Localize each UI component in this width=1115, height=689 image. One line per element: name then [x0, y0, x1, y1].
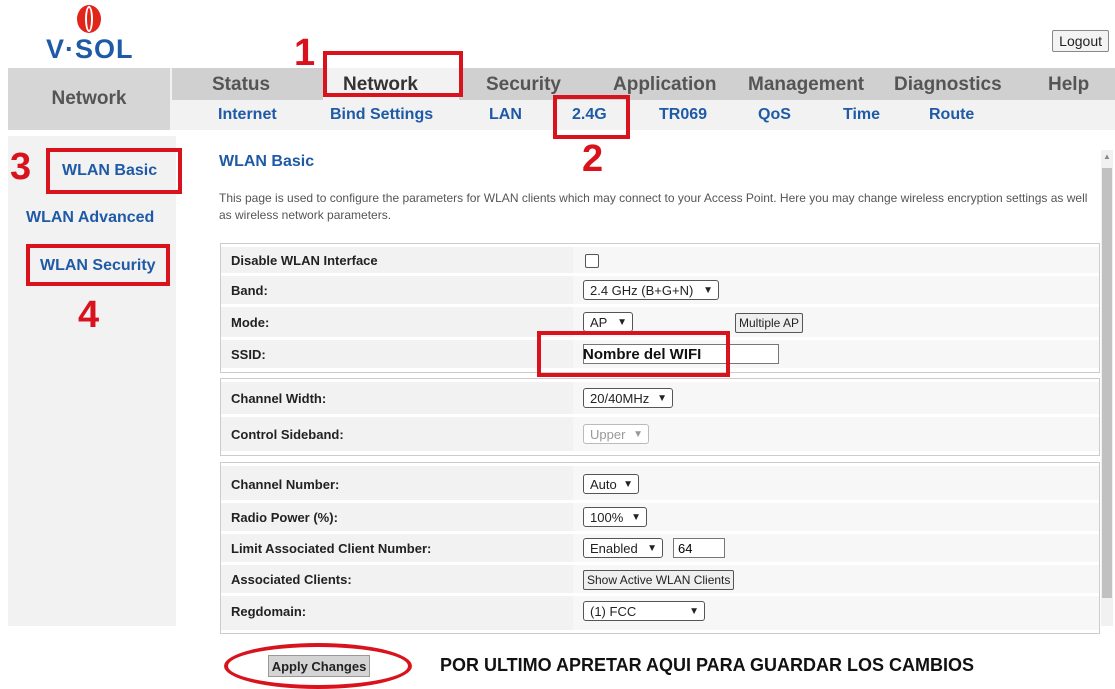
nav-section-label: Network	[51, 88, 127, 109]
mode-select[interactable]: AP ▼	[583, 312, 633, 332]
row-associated-clients: Associated Clients: Show Active WLAN Cli…	[221, 565, 1099, 593]
subtab-bind-settings[interactable]: Bind Settings	[330, 106, 433, 124]
control-sideband-value: Upper	[590, 427, 626, 442]
row-value-cell	[573, 417, 1099, 451]
limit-clients-label: Limit Associated Client Number:	[231, 541, 432, 556]
row-channel-number: Channel Number: Auto ▼	[221, 466, 1099, 500]
annotation-box-wlan-security	[26, 244, 170, 286]
regdomain-value: (1) FCC	[590, 604, 637, 619]
row-disable-wlan: Disable WLAN Interface	[221, 247, 1099, 273]
disable-wlan-label: Disable WLAN Interface	[231, 253, 378, 268]
limit-clients-value: Enabled	[590, 541, 638, 556]
row-band: Band: 2.4 GHz (B+G+N) ▼	[221, 276, 1099, 304]
subtab-route[interactable]: Route	[929, 106, 974, 124]
annotation-number-1: 1	[294, 32, 316, 74]
regdomain-select[interactable]: (1) FCC ▼	[583, 601, 705, 621]
chevron-down-icon: ▼	[703, 285, 713, 296]
row-channel-width: Channel Width: 20/40MHz ▼	[221, 382, 1099, 414]
logout-button[interactable]: Logout	[1052, 30, 1109, 52]
regdomain-label: Regdomain:	[231, 604, 307, 619]
annotation-number-3: 3	[10, 146, 32, 188]
sidebar-item-wlan-advanced[interactable]: WLAN Advanced	[26, 209, 154, 227]
row-control-sideband: Control Sideband: Upper ▼	[221, 417, 1099, 451]
tab-diagnostics[interactable]: Diagnostics	[894, 74, 1002, 96]
show-active-clients-button[interactable]: Show Active WLAN Clients	[583, 570, 735, 590]
annotation-number-4: 4	[78, 294, 100, 336]
chevron-down-icon: ▼	[657, 393, 667, 404]
chevron-down-icon: ▼	[623, 479, 633, 490]
channel-width-select[interactable]: 20/40MHz ▼	[583, 388, 673, 408]
tab-help[interactable]: Help	[1048, 74, 1089, 96]
band-select[interactable]: 2.4 GHz (B+G+N) ▼	[583, 280, 719, 300]
mode-label: Mode:	[231, 315, 270, 330]
annotation-box-2-4g-tab	[553, 95, 630, 139]
chevron-down-icon: ▼	[633, 429, 643, 440]
row-value-cell	[573, 247, 1099, 273]
mode-value: AP	[590, 315, 608, 330]
limit-clients-number-input[interactable]: 64	[673, 538, 725, 558]
channel-width-label: Channel Width:	[231, 391, 327, 406]
scrollbar-thumb[interactable]	[1102, 168, 1112, 598]
radio-settings-panel: Channel Number: Auto ▼ Radio Power (%): 1…	[220, 462, 1100, 634]
channel-number-label: Channel Number:	[231, 477, 340, 492]
logo-text: V·SOL	[46, 34, 134, 64]
subtab-tr069[interactable]: TR069	[659, 106, 707, 124]
radio-power-select[interactable]: 100% ▼	[583, 507, 647, 527]
control-sideband-select: Upper ▼	[583, 424, 649, 444]
vsol-logo-icon	[77, 5, 101, 33]
multiple-ap-button[interactable]: Multiple AP	[735, 313, 804, 333]
tab-application[interactable]: Application	[613, 74, 716, 96]
annotation-box-wlan-basic	[46, 148, 182, 194]
scroll-up-icon[interactable]: ▲	[1102, 152, 1112, 162]
row-regdomain: Regdomain: (1) FCC ▼	[221, 596, 1099, 630]
row-value-cell	[573, 503, 1099, 531]
subtab-lan[interactable]: LAN	[489, 106, 522, 124]
page-description: This page is used to configure the param…	[219, 191, 1088, 222]
annotation-number-2: 2	[582, 138, 604, 180]
subtab-internet[interactable]: Internet	[218, 106, 277, 124]
annotation-ellipse-apply	[224, 643, 412, 689]
subtab-time[interactable]: Time	[843, 106, 880, 124]
tab-security[interactable]: Security	[486, 74, 561, 96]
disable-wlan-checkbox[interactable]	[585, 254, 599, 268]
channel-number-select[interactable]: Auto ▼	[583, 474, 639, 494]
associated-clients-label: Associated Clients:	[231, 572, 352, 587]
annotation-final-note: POR ULTIMO APRETAR AQUI PARA GUARDAR LOS…	[440, 655, 974, 675]
page-title: WLAN Basic	[219, 153, 315, 170]
annotation-ssid-note: Nombre del WIFI	[583, 346, 702, 363]
limit-clients-select[interactable]: Enabled ▼	[583, 538, 663, 558]
chevron-down-icon: ▼	[631, 512, 641, 523]
radio-power-label: Radio Power (%):	[231, 510, 338, 525]
chevron-down-icon: ▼	[617, 317, 627, 328]
annotation-box-network-tab	[323, 51, 463, 97]
row-radio-power: Radio Power (%): 100% ▼	[221, 503, 1099, 531]
subtab-qos[interactable]: QoS	[758, 106, 791, 124]
row-value-cell	[573, 466, 1099, 500]
channel-settings-panel: Channel Width: 20/40MHz ▼ Control Sideban…	[220, 378, 1100, 456]
chevron-down-icon: ▼	[647, 543, 657, 554]
control-sideband-label: Control Sideband:	[231, 427, 344, 442]
chevron-down-icon: ▼	[689, 606, 699, 617]
tab-management[interactable]: Management	[748, 74, 864, 96]
tab-status[interactable]: Status	[212, 74, 270, 96]
band-label: Band:	[231, 283, 268, 298]
channel-width-value: 20/40MHz	[590, 391, 650, 406]
radio-power-value: 100%	[590, 510, 624, 525]
band-value: 2.4 GHz (B+G+N)	[590, 283, 694, 298]
ssid-label: SSID:	[231, 347, 266, 362]
row-limit-clients: Limit Associated Client Number: Enabled ▼…	[221, 534, 1099, 562]
channel-number-value: Auto	[590, 477, 617, 492]
